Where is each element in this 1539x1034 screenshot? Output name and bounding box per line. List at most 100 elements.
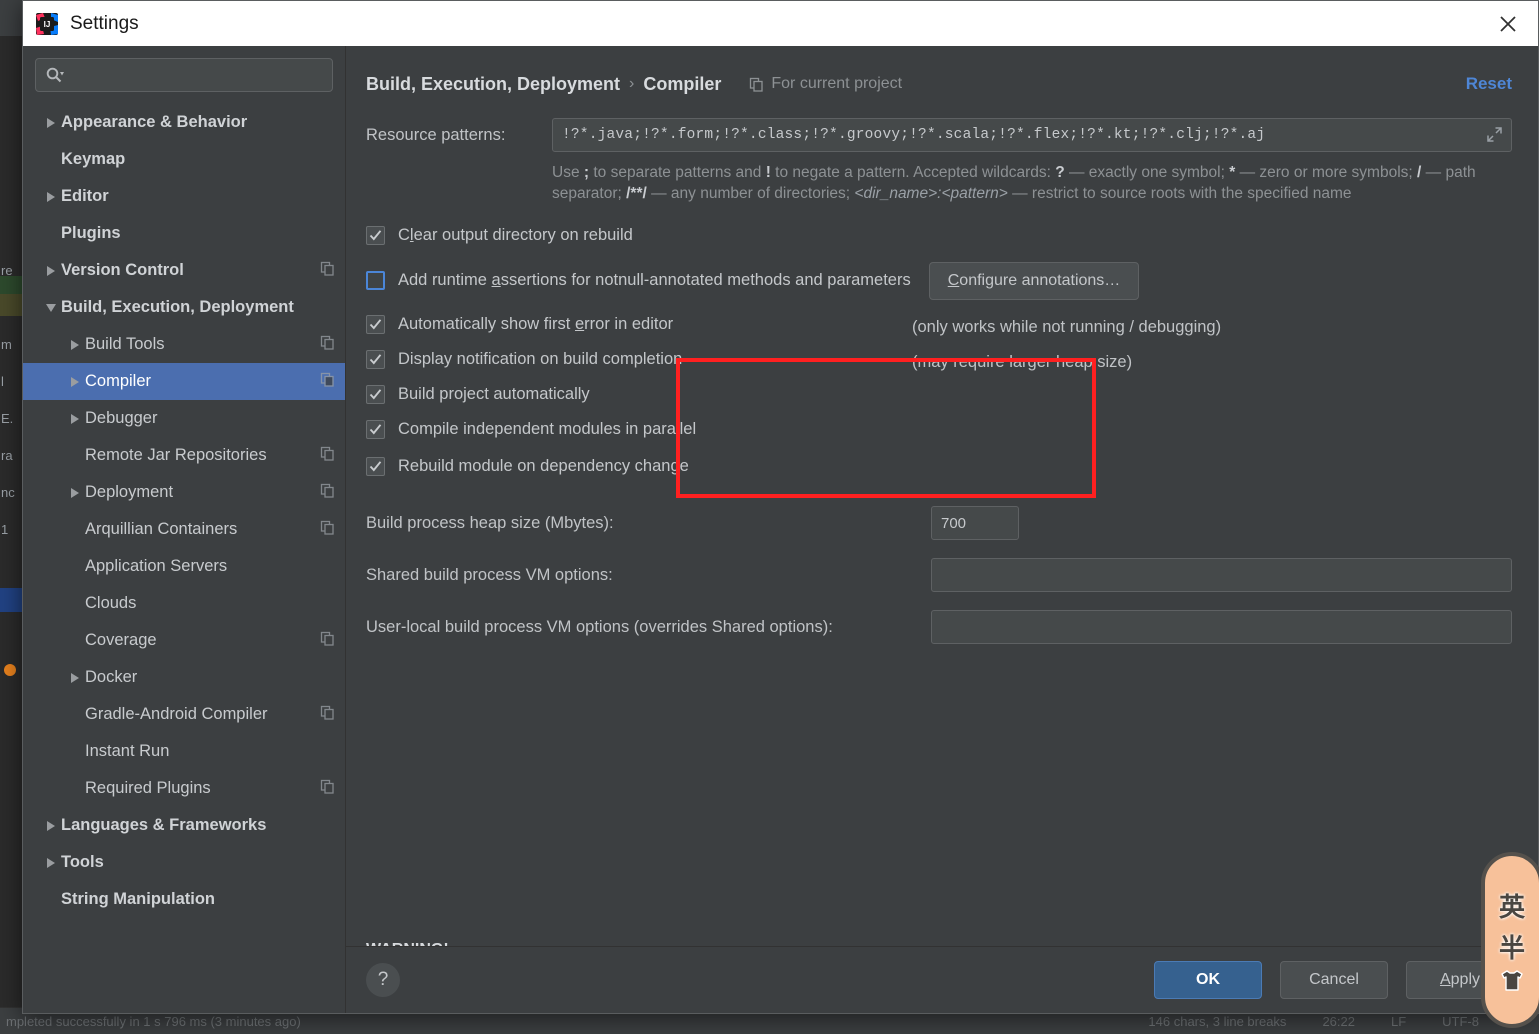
sidebar-item-deployment[interactable]: Deployment xyxy=(23,474,345,511)
status-line-separator[interactable]: LF xyxy=(1391,1014,1406,1029)
copy-icon xyxy=(750,77,764,92)
sidebar-item-instant-run[interactable]: Instant Run xyxy=(23,733,345,770)
sidebar-item-remote-jar-repositories[interactable]: Remote Jar Repositories xyxy=(23,437,345,474)
sidebar-item-languages-frameworks[interactable]: Languages & Frameworks xyxy=(23,807,345,844)
user-local-vm-options-input[interactable] xyxy=(931,610,1512,644)
reset-link[interactable]: Reset xyxy=(1466,74,1512,94)
expand-icon[interactable] xyxy=(1486,126,1503,143)
scope-indicator: For current project xyxy=(749,75,902,93)
sidebar-item-coverage[interactable]: Coverage xyxy=(23,622,345,659)
settings-tree: Appearance & Behavior Keymap Editor Plugins… xyxy=(23,102,345,1013)
gutter-line: m xyxy=(1,337,12,352)
gutter-line: E. xyxy=(1,411,14,426)
cancel-button[interactable]: Cancel xyxy=(1280,961,1388,999)
sidebar-item-application-servers[interactable]: Application Servers xyxy=(23,548,345,585)
checkbox-compile-independent-modules[interactable]: Compile independent modules in parallel xyxy=(366,412,1512,447)
chevron-right-icon[interactable] xyxy=(65,672,85,683)
checkbox-clear-output-directory[interactable]: Clear output directory on rebuild xyxy=(366,218,1512,253)
search-input[interactable] xyxy=(64,66,324,84)
shared-vm-options-input[interactable] xyxy=(931,558,1512,592)
sidebar-item-label: Required Plugins xyxy=(85,779,211,797)
sidebar-item-label: Appearance & Behavior xyxy=(61,113,248,131)
sidebar-item-version-control[interactable]: Version Control xyxy=(23,252,345,289)
help-symbol-globstar: /**/ xyxy=(626,185,647,202)
sidebar-item-tools[interactable]: Tools xyxy=(23,844,345,881)
ok-button[interactable]: OK xyxy=(1154,961,1262,999)
checkbox-box[interactable] xyxy=(366,271,385,290)
sidebar-item-keymap[interactable]: Keymap xyxy=(23,141,345,178)
sidebar-item-label: Instant Run xyxy=(85,742,170,760)
sidebar-item-label: Deployment xyxy=(85,483,174,501)
sidebar-item-clouds[interactable]: Clouds xyxy=(23,585,345,622)
help-button[interactable]: ? xyxy=(366,963,400,997)
resource-patterns-input[interactable]: !?*.java;!?*.form;!?*.class;!?*.groovy;!… xyxy=(552,118,1512,152)
chevron-right-icon[interactable] xyxy=(41,191,61,202)
help-part7: — any number of directories; xyxy=(646,185,855,202)
svg-text:IJ: IJ xyxy=(44,20,51,29)
status-build-message: mpleted successfully in 1 s 796 ms (3 mi… xyxy=(6,1013,301,1029)
chevron-right-icon[interactable] xyxy=(41,857,61,868)
highlighted-checkbox-group: Automatically show first error in editor… xyxy=(366,307,1512,447)
checkbox-box[interactable] xyxy=(366,315,385,334)
checkbox-box[interactable] xyxy=(366,385,385,404)
project-scope-icon xyxy=(320,520,335,540)
sidebar-item-label: Build, Execution, Deployment xyxy=(61,298,294,316)
warning-line-1: WARNING! xyxy=(366,937,1512,946)
sidebar-item-plugins[interactable]: Plugins xyxy=(23,215,345,252)
chevron-right-icon[interactable] xyxy=(41,265,61,276)
breadcrumb-current: Compiler xyxy=(643,73,722,94)
heap-size-input[interactable]: 700 xyxy=(931,506,1019,540)
chevron-right-icon[interactable] xyxy=(65,413,85,424)
sidebar-item-docker[interactable]: Docker xyxy=(23,659,345,696)
status-caret-position[interactable]: 26:22 xyxy=(1322,1014,1355,1029)
sidebar-item-label: Tools xyxy=(61,853,104,871)
chevron-right-icon[interactable] xyxy=(41,117,61,128)
sidebar-item-build-execution-deployment[interactable]: Build, Execution, Deployment xyxy=(23,289,345,326)
status-encoding[interactable]: UTF-8 xyxy=(1442,1014,1479,1029)
sidebar-item-string-manipulation[interactable]: String Manipulation xyxy=(23,881,345,918)
checkbox-box[interactable] xyxy=(366,457,385,476)
sidebar-item-build-tools[interactable]: Build Tools xyxy=(23,326,345,363)
sidebar-item-compiler[interactable]: Compiler xyxy=(23,363,345,400)
dialog-footer: ? OK Cancel Apply xyxy=(346,946,1538,1013)
checkbox-build-project-automatically[interactable]: Build project automatically xyxy=(366,377,1512,412)
editor-gutter-strip: re d m l E. ra nc 1 xyxy=(0,36,23,1034)
sidebar-item-label: Editor xyxy=(61,187,109,205)
sidebar-item-debugger[interactable]: Debugger xyxy=(23,400,345,437)
configure-annotations-button[interactable]: Configure annotations… xyxy=(928,261,1140,300)
checkbox-box[interactable] xyxy=(366,350,385,369)
heap-size-label: Build process heap size (Mbytes): xyxy=(366,513,614,532)
checkbox-rebuild-module-on-dependency-change[interactable]: Rebuild module on dependency change xyxy=(366,449,1512,484)
search-box[interactable] xyxy=(35,58,333,92)
close-icon[interactable] xyxy=(1478,1,1538,46)
chevron-right-icon[interactable] xyxy=(65,339,85,350)
sidebar-item-label: String Manipulation xyxy=(61,890,215,908)
resource-patterns-help: Use ; to separate patterns and ! to nega… xyxy=(366,152,1512,204)
checkbox-box[interactable] xyxy=(366,226,385,245)
sidebar-item-appearance-behavior[interactable]: Appearance & Behavior xyxy=(23,104,345,141)
breadcrumb-parent[interactable]: Build, Execution, Deployment xyxy=(366,74,620,95)
sidebar-item-label: Application Servers xyxy=(85,557,228,575)
help-part8: — restrict to source roots with the spec… xyxy=(1007,185,1352,202)
chevron-right-icon[interactable] xyxy=(65,376,85,387)
check-icon xyxy=(369,230,382,241)
content-header: Build, Execution, Deployment › Compiler … xyxy=(346,46,1538,104)
chevron-right-icon[interactable] xyxy=(65,487,85,498)
resource-patterns-row: Resource patterns: !?*.java;!?*.form;!?*… xyxy=(366,118,1512,152)
help-part1: Use xyxy=(552,164,584,181)
chevron-right-icon[interactable] xyxy=(41,820,61,831)
question-mark-icon: ? xyxy=(377,969,389,990)
scope-label: For current project xyxy=(771,75,903,92)
apply-button[interactable]: Apply xyxy=(1406,961,1514,999)
breakpoint-dot-icon xyxy=(4,664,16,676)
sidebar-item-editor[interactable]: Editor xyxy=(23,178,345,215)
gutter-line: ra xyxy=(1,448,13,463)
sidebar-item-arquillian-containers[interactable]: Arquillian Containers xyxy=(23,511,345,548)
project-scope-icon xyxy=(320,705,335,725)
heap-size-row: Build process heap size (Mbytes): 700 xyxy=(366,506,1512,540)
sidebar-item-required-plugins[interactable]: Required Plugins xyxy=(23,770,345,807)
chevron-down-icon[interactable] xyxy=(41,303,61,312)
gutter-line: nc xyxy=(1,485,15,500)
checkbox-box[interactable] xyxy=(366,420,385,439)
sidebar-item-gradle-android-compiler[interactable]: Gradle-Android Compiler xyxy=(23,696,345,733)
